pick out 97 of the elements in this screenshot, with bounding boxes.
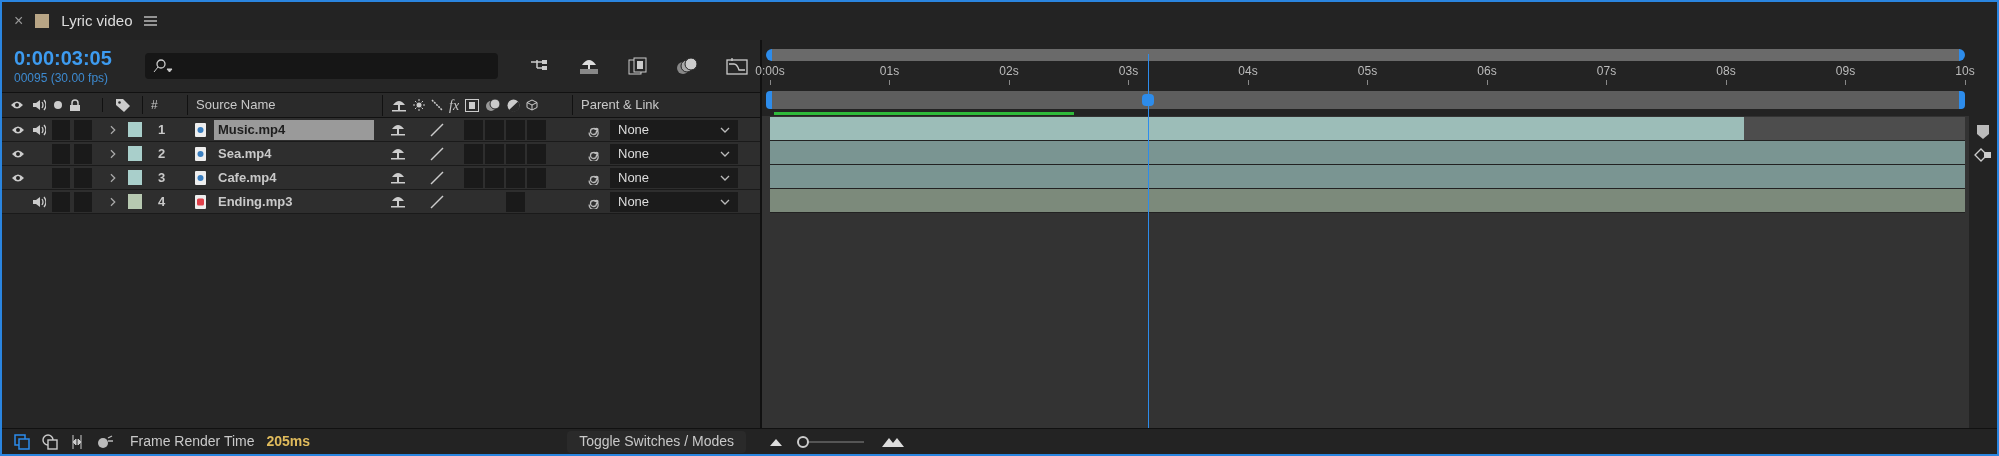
quality-icon[interactable] [431, 99, 443, 111]
cube-icon[interactable] [526, 99, 539, 111]
transfer-controls-icon[interactable] [42, 433, 58, 450]
search-field[interactable] [145, 53, 498, 79]
caret-icon [720, 174, 730, 181]
layer-name[interactable]: Cafe.mp4 [214, 167, 374, 188]
menu-icon[interactable] [144, 16, 158, 26]
layers-icon[interactable] [14, 433, 30, 450]
film-icon[interactable] [465, 98, 480, 112]
shy-switch-icon[interactable] [390, 123, 406, 136]
solo-icon[interactable] [54, 101, 62, 109]
time-ruler-label: 0:00s [755, 63, 785, 80]
shy-switch-icon[interactable] [390, 195, 406, 208]
audio-icon[interactable] [32, 99, 46, 111]
frame-render-time-label: Frame Render Time [130, 432, 255, 451]
switch-box[interactable] [527, 119, 546, 140]
sun-icon[interactable] [413, 99, 425, 111]
shy-icon[interactable] [391, 98, 407, 112]
parent-link-column-header[interactable]: Parent & Link [572, 95, 660, 115]
composition-icon [35, 14, 50, 28]
fx-icon[interactable]: fx [449, 94, 460, 116]
expand-chevron-icon[interactable] [110, 172, 116, 183]
shy-switch-icon[interactable] [390, 171, 406, 184]
search-icon [153, 59, 174, 73]
switch-box[interactable] [506, 119, 525, 140]
shy-layers-icon[interactable] [578, 57, 600, 75]
visibility-icon[interactable] [10, 100, 24, 110]
video-file-icon [195, 146, 206, 161]
visibility-icon[interactable] [11, 148, 25, 159]
solo-switch[interactable] [52, 119, 70, 140]
switch-box[interactable] [485, 119, 504, 140]
time-ruler-label: 01s [879, 63, 900, 80]
lock-switch[interactable] [74, 119, 92, 140]
video-file-icon [195, 122, 206, 137]
motion-blur-icon[interactable] [676, 57, 698, 75]
playhead-handle[interactable] [1142, 94, 1155, 106]
shy-switch-icon[interactable] [390, 147, 406, 160]
keyframe-navigator-icon[interactable] [1974, 148, 1992, 162]
quality-switch-icon[interactable] [430, 194, 444, 209]
layer-number: 4 [157, 192, 167, 211]
zoom-in-icon[interactable] [882, 436, 904, 447]
label-color-swatch[interactable] [127, 170, 142, 185]
tab-title[interactable]: Lyric video [61, 9, 133, 33]
time-ruler-label: 07s [1596, 63, 1617, 80]
quality-switch-icon[interactable] [430, 122, 444, 137]
layer-name[interactable]: Sea.mp4 [214, 143, 374, 164]
layer-name[interactable]: Ending.mp3 [214, 191, 374, 212]
caret-icon [720, 150, 730, 157]
toggle-switches-modes-button[interactable]: Toggle Switches / Modes [567, 430, 746, 453]
time-ruler-label: 08s [1716, 63, 1736, 80]
expand-chevron-icon[interactable] [110, 148, 116, 159]
in-out-icon[interactable] [70, 433, 84, 450]
switch-box[interactable] [464, 119, 483, 140]
quality-switch-icon[interactable] [430, 146, 444, 161]
expand-chevron-icon[interactable] [110, 124, 116, 135]
graph-editor-icon[interactable] [726, 57, 748, 75]
frame-count: 00095 (30.00 fps) [14, 70, 110, 86]
time-ruler-label: 04s [1238, 63, 1258, 80]
layer-number: 1 [157, 120, 167, 139]
caret-icon [720, 198, 730, 205]
expand-chevron-icon[interactable] [110, 196, 116, 207]
close-icon[interactable]: × [14, 9, 24, 33]
video-file-icon [195, 170, 206, 185]
audio-icon[interactable] [32, 123, 46, 136]
parent-dropdown[interactable]: None [610, 143, 738, 164]
frame-blending-icon[interactable] [628, 57, 648, 75]
frame-render-time-value: 205ms [266, 432, 311, 451]
current-time[interactable]: 0:00:03:05 [14, 46, 130, 70]
label-color-swatch[interactable] [127, 194, 142, 209]
source-name-column-header[interactable]: Source Name [187, 95, 382, 115]
time-ruler-label: 02s [999, 63, 1019, 80]
number-column-header[interactable]: # [142, 96, 187, 114]
quality-switch-icon[interactable] [430, 170, 444, 185]
time-ruler-label: 05s [1357, 63, 1378, 80]
time-ruler-label: 06s [1477, 63, 1497, 80]
layer-number: 3 [157, 168, 167, 187]
lock-icon[interactable] [70, 99, 80, 111]
parent-dropdown[interactable]: None [610, 191, 738, 212]
label-tag-icon[interactable] [114, 98, 131, 112]
time-ruler-label: 03s [1118, 63, 1139, 80]
zoom-out-icon[interactable] [770, 437, 782, 446]
adjustment-layer-icon[interactable] [507, 98, 521, 112]
audio-file-icon [195, 194, 206, 209]
visibility-icon[interactable] [11, 172, 25, 183]
time-ruler-label: 09s [1835, 63, 1856, 80]
layer-number: 2 [157, 144, 167, 163]
audio-icon[interactable] [32, 195, 46, 208]
marker-icon[interactable] [1976, 124, 1990, 140]
label-color-swatch[interactable] [127, 146, 142, 161]
parent-dropdown[interactable]: None [610, 167, 738, 188]
label-color-swatch[interactable] [127, 122, 142, 137]
time-ruler-label: 10s [1955, 63, 1975, 80]
layer-name[interactable]: Music.mp4 [214, 119, 374, 140]
parent-dropdown[interactable]: None [610, 119, 738, 140]
visibility-icon[interactable] [11, 124, 25, 135]
motion-blur-switch-icon[interactable] [485, 98, 502, 112]
caret-icon [720, 126, 730, 133]
